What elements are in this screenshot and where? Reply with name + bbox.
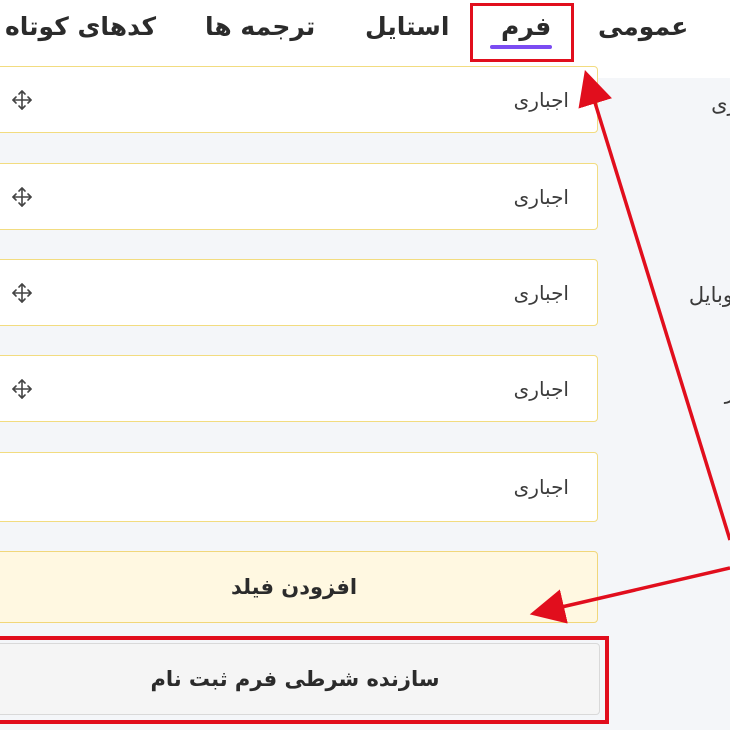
field-row-5[interactable]: اجباری	[0, 452, 598, 522]
field-row-2[interactable]: اجباری	[0, 163, 598, 230]
required-label: اجباری	[513, 184, 569, 209]
add-field-button[interactable]: افزودن فیلد	[0, 551, 598, 623]
required-label: اجباری	[513, 87, 569, 112]
field-row-4[interactable]: اجباری	[0, 355, 598, 422]
required-label: اجباری	[513, 280, 569, 305]
field-label-3: موبایل	[688, 283, 730, 307]
field-row-1[interactable]: اجباری	[0, 66, 598, 133]
field-label-4: ور	[724, 380, 730, 404]
move-icon[interactable]	[11, 186, 33, 208]
move-icon[interactable]	[11, 89, 33, 111]
required-label: اجباری	[513, 475, 569, 499]
required-label: اجباری	[513, 376, 569, 401]
active-tab-indicator	[490, 45, 552, 49]
tab-shortcodes[interactable]: کدهای کوتاه	[5, 10, 156, 44]
field-row-3[interactable]: اجباری	[0, 259, 598, 326]
move-icon[interactable]	[11, 378, 33, 400]
conditional-form-builder-button[interactable]: سازنده شرطی فرم ثبت نام	[0, 643, 600, 715]
tab-general[interactable]: عمومی	[598, 10, 688, 44]
form-settings-page: عمومی فرم استایل ترجمه ها کدهای کوتاه بر…	[0, 0, 730, 730]
tab-translations[interactable]: ترجمه ها	[205, 10, 315, 44]
tab-style[interactable]: استایل	[365, 10, 449, 44]
field-label-1: بری	[711, 92, 730, 116]
move-icon[interactable]	[11, 282, 33, 304]
tab-form[interactable]: فرم	[501, 10, 551, 44]
